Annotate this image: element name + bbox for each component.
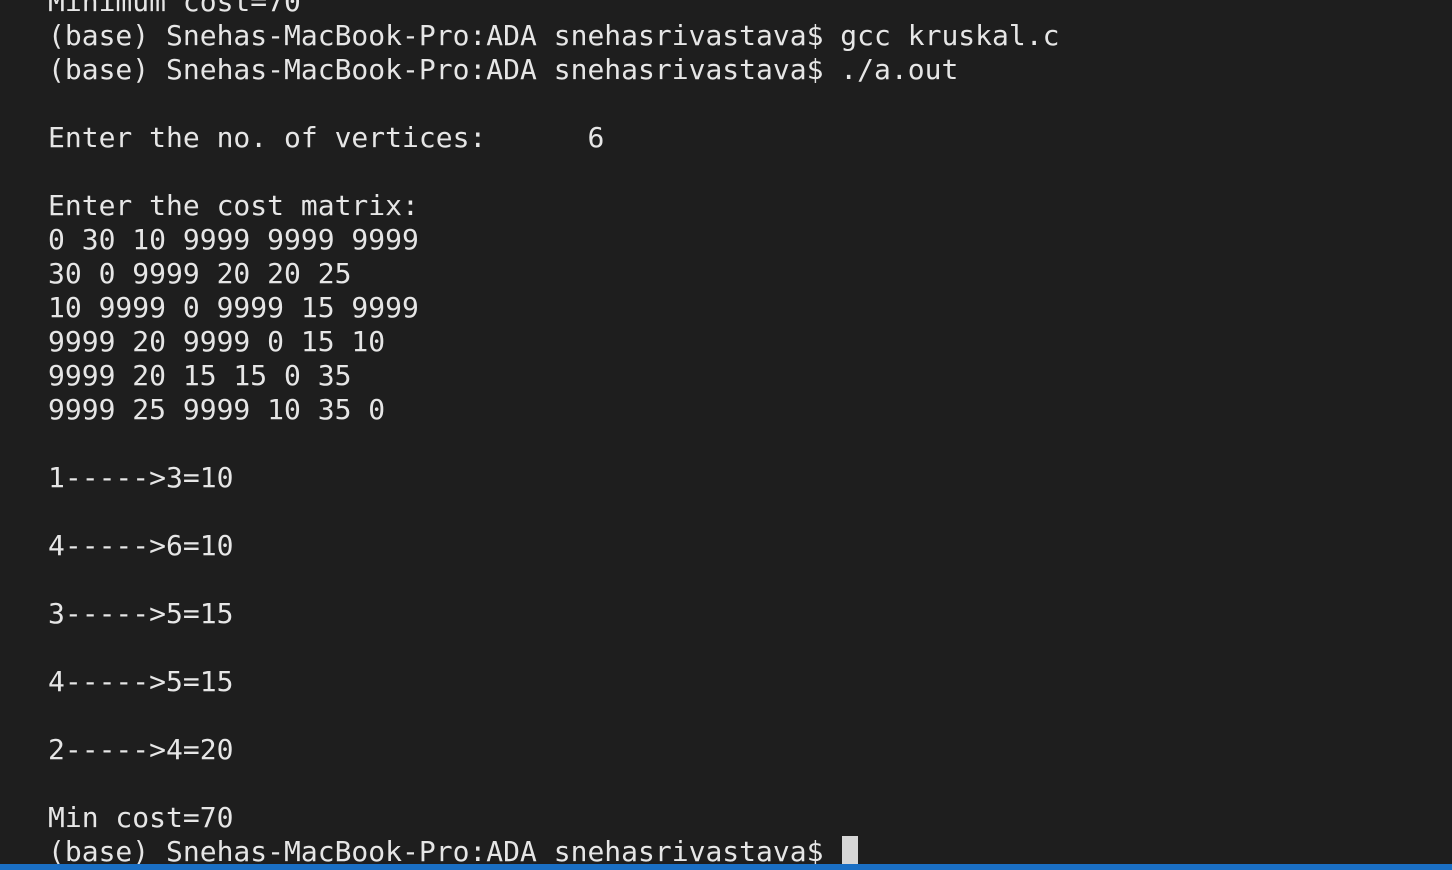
status-bar bbox=[0, 864, 1452, 870]
terminal-line: 2----->4=20 bbox=[48, 733, 234, 766]
terminal-line: Min cost=70 bbox=[48, 801, 234, 834]
terminal-window[interactable]: Minimum cost=70 (base) Snehas-MacBook-Pr… bbox=[0, 0, 1452, 864]
terminal-output: Minimum cost=70 (base) Snehas-MacBook-Pr… bbox=[48, 0, 1059, 864]
terminal-line: Minimum cost=70 bbox=[48, 0, 301, 18]
terminal-line: Enter the cost matrix: bbox=[48, 189, 419, 222]
terminal-line: 9999 20 15 15 0 35 bbox=[48, 359, 352, 392]
terminal-line: Enter the no. of vertices: 6 bbox=[48, 121, 605, 154]
terminal-line: (base) Snehas-MacBook-Pro:ADA snehasriva… bbox=[48, 19, 1060, 52]
terminal-line: 4----->5=15 bbox=[48, 665, 234, 698]
terminal-line: (base) Snehas-MacBook-Pro:ADA snehasriva… bbox=[48, 53, 959, 86]
terminal-line: 3----->5=15 bbox=[48, 597, 234, 630]
terminal-line: 10 9999 0 9999 15 9999 bbox=[48, 291, 419, 324]
terminal-line: 0 30 10 9999 9999 9999 bbox=[48, 223, 419, 256]
terminal-line: 30 0 9999 20 20 25 bbox=[48, 257, 352, 290]
prompt-line[interactable]: (base) Snehas-MacBook-Pro:ADA snehasriva… bbox=[48, 835, 1059, 864]
terminal-line: 9999 20 9999 0 15 10 bbox=[48, 325, 386, 358]
terminal-line: 9999 25 9999 10 35 0 bbox=[48, 393, 386, 426]
text-cursor[interactable] bbox=[842, 836, 859, 864]
shell-prompt: (base) Snehas-MacBook-Pro:ADA snehasriva… bbox=[48, 835, 841, 864]
terminal-line: 1----->3=10 bbox=[48, 461, 234, 494]
terminal-line: 4----->6=10 bbox=[48, 529, 234, 562]
